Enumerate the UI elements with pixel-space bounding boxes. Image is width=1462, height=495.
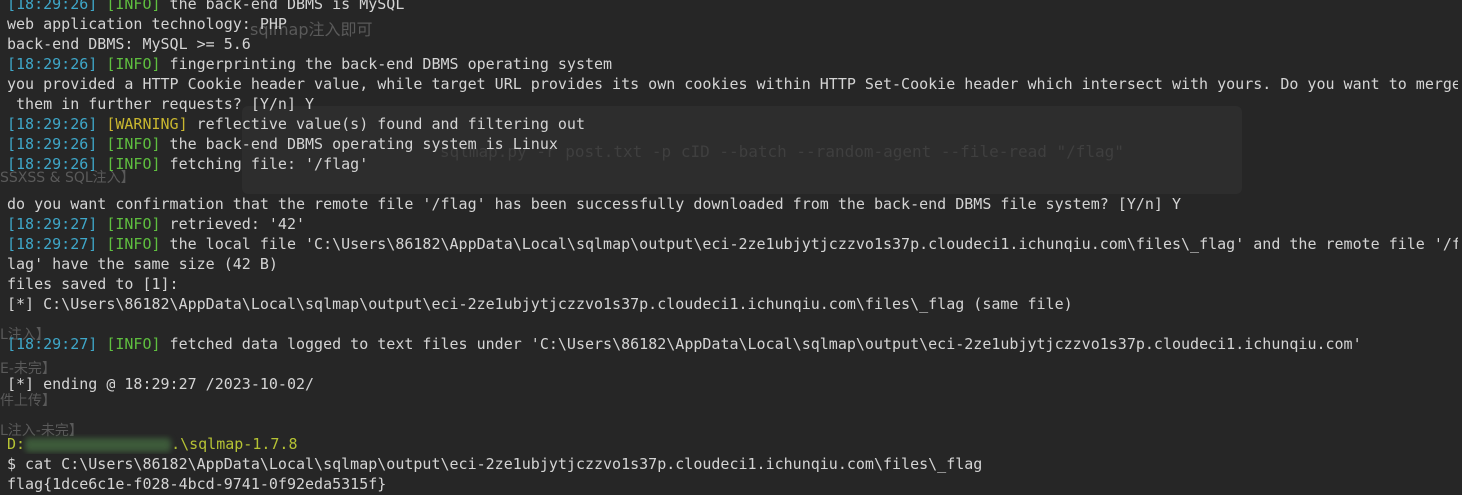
terminal-line: [18:29:27] [INFO] fetched data logged to… [7,334,1458,354]
terminal-line: flag{1dce6c1e-f028-4bcd-9741-0f92eda5315… [7,475,387,493]
terminal-line: [18:29:26] [INFO] the back-end DBMS oper… [7,134,1458,154]
terminal-line: [*] C:\Users\86182\AppData\Local\sqlmap\… [7,295,1073,313]
log-timestamp: [18:29:26] [7,155,98,173]
terminal-output[interactable]: [18:29:26] [INFO] the back-end DBMS is M… [7,0,1458,494]
terminal-line: do you want confirmation that the remote… [7,195,1181,213]
log-timestamp: [18:29:27] [7,215,98,233]
log-message: the local file 'C:\Users\86182\AppData\L… [160,235,1458,253]
log-timestamp: [18:29:26] [7,0,98,13]
terminal-line: [18:29:27] [INFO] retrieved: '42' [7,214,1458,234]
terminal-line: D: .\sqlmap-1.7.8 [7,434,1458,454]
terminal-line: [18:29:26] [INFO] fingerprinting the bac… [7,54,1458,74]
terminal-line: [18:29:26] [INFO] the back-end DBMS is M… [7,0,1458,14]
log-level: [INFO] [106,155,161,173]
terminal-line: [18:29:26] [INFO] fetching file: '/flag' [7,154,1458,174]
terminal-line: [18:29:27] [INFO] the local file 'C:\Use… [7,234,1458,254]
terminal-line: back-end DBMS: MySQL >= 5.6 [7,35,251,53]
redacted-path [25,437,172,452]
log-message: fingerprinting the back-end DBMS operati… [160,55,613,73]
log-level: [INFO] [106,335,161,353]
log-message: fetched data logged to text files under … [160,335,1362,353]
log-message: the back-end DBMS is MySQL [160,0,405,13]
terminal-line: [18:29:26] [WARNING] reflective value(s)… [7,114,1458,134]
terminal-line: [*] ending @ 18:29:27 /2023-10-02/ [7,375,315,393]
log-timestamp: [18:29:26] [7,55,98,73]
log-timestamp: [18:29:26] [7,135,98,153]
log-level: [WARNING] [106,115,188,133]
terminal-line: files saved to [1]: [7,275,179,293]
terminal-line: lag' have the same size (42 B) [7,255,278,273]
terminal-line: them in further requests? [Y/n] Y [7,95,315,113]
terminal-line: $ cat C:\Users\86182\AppData\Local\sqlma… [7,455,983,473]
log-message: reflective value(s) found and filtering … [187,115,585,133]
log-timestamp: [18:29:27] [7,235,98,253]
log-timestamp: [18:29:26] [7,115,98,133]
log-message: fetching file: '/flag' [160,155,369,173]
log-timestamp: [18:29:27] [7,335,98,353]
log-level: [INFO] [106,215,161,233]
terminal-line: you provided a HTTP Cookie header value,… [7,75,1458,93]
log-level: [INFO] [106,135,161,153]
log-level: [INFO] [106,55,161,73]
log-level: [INFO] [106,235,161,253]
log-message: retrieved: '42' [160,215,306,233]
log-level: [INFO] [106,0,161,13]
log-message: the back-end DBMS operating system is Li… [160,135,558,153]
prompt-path-prefix: D: [7,435,26,453]
prompt-path-suffix: .\sqlmap-1.7.8 [171,435,298,453]
terminal-line: web application technology: PHP [7,15,287,33]
